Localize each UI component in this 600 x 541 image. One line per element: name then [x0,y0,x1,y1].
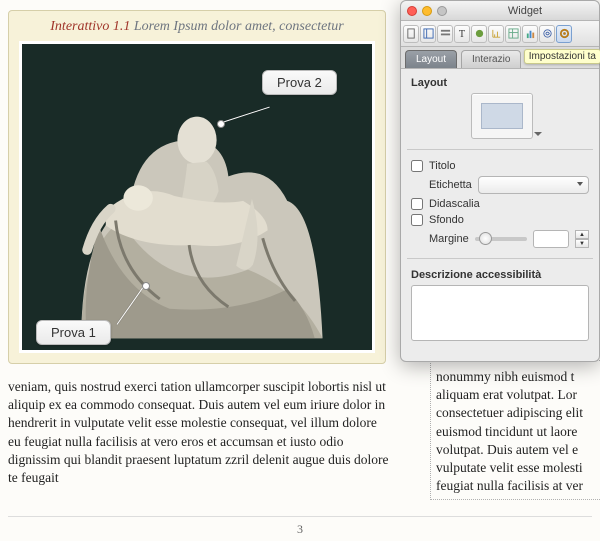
page-separator [8,516,592,517]
zoom-icon[interactable] [437,6,447,16]
tool-link-icon[interactable] [539,25,555,43]
checkbox-sfondo[interactable] [411,214,423,226]
widget-caption-text: Lorem Ipsum dolor amet, consectetur [130,19,343,34]
inspector-titlebar[interactable]: Widget [401,1,599,21]
body-text-column-2: nonummy nibh euismod t aliquam erat volu… [436,368,600,496]
slider-margine[interactable] [475,237,527,241]
interactive-widget-frame: Interattivo 1.1 Lorem Ipsum dolor amet, … [8,10,386,364]
window-controls [407,6,447,16]
label-titolo: Titolo [429,160,456,172]
callout-dot [142,282,150,290]
layout-picker[interactable] [471,93,533,139]
callout-dot [217,120,225,128]
accessibility-description-field[interactable] [411,285,589,341]
tool-graphic-icon[interactable] [471,25,487,43]
label-didascalia: Didascalia [429,198,480,210]
label-etichetta: Etichetta [429,179,472,191]
tool-wrap-icon[interactable] [437,25,453,43]
minimize-icon[interactable] [422,6,432,16]
tooltip: Impostazioni ta [524,49,600,64]
margine-stepper[interactable]: ▲▼ [575,230,589,248]
inspector-toolbar: T [401,21,599,47]
section-accessibility-label: Descrizione accessibilità [411,269,589,281]
row-didascalia: Didascalia [411,198,589,210]
callout-label: Prova 1 [51,325,96,340]
callout-label: Prova 2 [277,75,322,90]
tool-metrics-icon[interactable] [488,25,504,43]
inspector-title: Widget [457,5,593,17]
checkbox-didascalia[interactable] [411,198,423,210]
divider [407,149,593,150]
tool-document-icon[interactable] [403,25,419,43]
interactive-image[interactable]: Prova 2 Prova 1 [19,41,375,353]
divider [407,258,593,259]
tab-interaction[interactable]: Interazio [461,50,521,68]
callout-prova-2[interactable]: Prova 2 [262,70,337,95]
tab-layout[interactable]: Layout [405,50,457,68]
section-layout-label: Layout [411,77,589,89]
svg-text:T: T [458,29,464,39]
tool-chart-icon[interactable] [522,25,538,43]
callout-prova-1[interactable]: Prova 1 [36,320,111,345]
widget-caption: Interattivo 1.1 Lorem Ipsum dolor amet, … [19,19,375,41]
tool-table-icon[interactable] [505,25,521,43]
inspector-window: Widget T Layout Interazio Layout Titolo [400,0,600,362]
row-titolo: Titolo [411,160,589,172]
row-sfondo: Sfondo [411,214,589,226]
tool-layout-icon[interactable] [420,25,436,43]
tool-text-icon[interactable]: T [454,25,470,43]
body-text-column-1: veniam, quis nostrud exerci tation ullam… [8,378,393,487]
widget-caption-label: Interattivo 1.1 [50,19,130,34]
page-number: 3 [0,522,600,537]
popup-etichetta[interactable] [478,176,589,194]
row-etichetta: Etichetta [411,176,589,194]
tab-label: Layout [416,54,446,65]
margine-value-field[interactable] [533,230,569,248]
checkbox-titolo[interactable] [411,160,423,172]
label-sfondo: Sfondo [429,214,464,226]
label-margine: Margine [429,233,469,245]
tool-widget-icon[interactable] [556,25,572,43]
row-margine: Margine ▲▼ [411,230,589,248]
inspector-panel: Layout Titolo Etichetta Didascalia Sfond… [401,69,599,361]
tab-label: Interazio [472,54,510,65]
close-icon[interactable] [407,6,417,16]
